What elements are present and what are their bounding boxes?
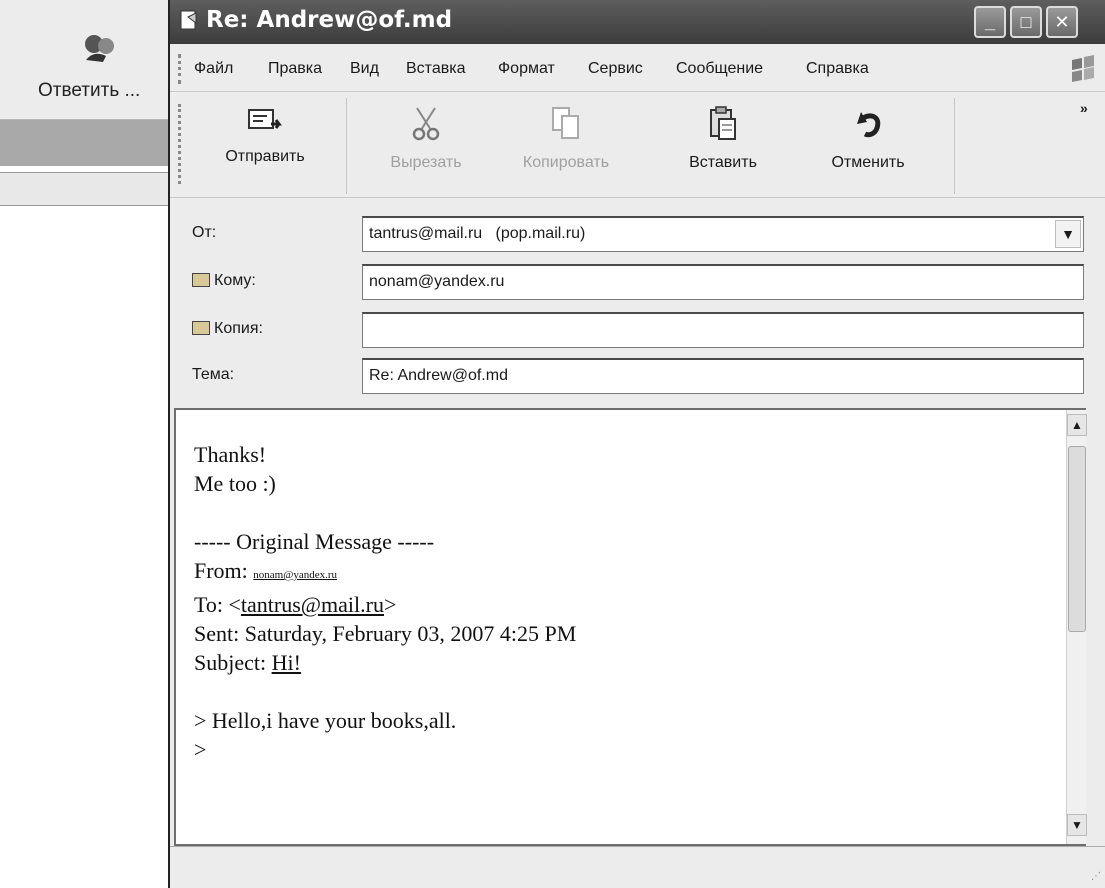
cc-label: Копия: bbox=[214, 320, 263, 337]
scroll-thumb[interactable] bbox=[1068, 446, 1086, 632]
copy-button[interactable]: Копировать bbox=[496, 98, 636, 194]
minimize-button[interactable]: _ bbox=[974, 6, 1006, 38]
body-line: Thanks! bbox=[194, 442, 267, 467]
scroll-down-icon[interactable]: ▼ bbox=[1067, 814, 1087, 836]
sent-line: Sent: Saturday, February 03, 2007 4:25 P… bbox=[194, 621, 577, 646]
to-label: Кому: bbox=[214, 272, 256, 289]
send-icon bbox=[248, 109, 282, 129]
scroll-up-icon[interactable]: ▲ bbox=[1067, 414, 1087, 436]
status-bar: ⋰ bbox=[170, 846, 1105, 888]
subject-label: Тема: bbox=[192, 366, 235, 383]
window-title: Re: Andrew@of.md bbox=[206, 7, 453, 33]
windows-logo-icon bbox=[1072, 55, 1094, 82]
title-bar[interactable]: Re: Andrew@of.md _ □ ✕ bbox=[170, 0, 1105, 44]
parent-list-row bbox=[0, 172, 170, 206]
menu-insert[interactable]: Вставка bbox=[406, 60, 465, 78]
parent-toolbar: Ответить ... bbox=[0, 0, 170, 120]
cut-label: Вырезать bbox=[390, 154, 462, 171]
from-label: От: bbox=[192, 224, 217, 241]
undo-button[interactable]: Отменить bbox=[808, 98, 928, 194]
from-value: tantrus@mail.ru (pop.mail.ru) bbox=[369, 225, 586, 242]
paste-label: Вставить bbox=[689, 154, 757, 171]
cc-field[interactable] bbox=[362, 312, 1084, 348]
menu-grip[interactable] bbox=[178, 54, 181, 84]
address-book-icon bbox=[192, 273, 210, 287]
copy-label: Копировать bbox=[522, 154, 610, 171]
menu-view[interactable]: Вид bbox=[350, 60, 379, 78]
message-text: Thanks! Me too :) ----- Original Message… bbox=[194, 440, 576, 764]
toolbar-grip[interactable] bbox=[178, 104, 181, 184]
from-link[interactable]: nonam@yandex.ru bbox=[253, 569, 337, 581]
menu-edit[interactable]: Правка bbox=[268, 60, 322, 78]
toolbar-overflow-icon[interactable]: » bbox=[1080, 100, 1088, 116]
scissors-icon bbox=[412, 107, 440, 141]
undo-icon bbox=[857, 112, 881, 138]
toolbar-separator-end bbox=[954, 98, 955, 194]
quote-line: > bbox=[194, 737, 207, 762]
subject-link[interactable]: Hi! bbox=[272, 650, 301, 675]
cut-button[interactable]: Вырезать bbox=[366, 98, 486, 194]
compose-window-icon bbox=[180, 10, 197, 30]
reply-button[interactable]: Ответить ... bbox=[38, 26, 170, 112]
to-value: nonam@yandex.ru bbox=[369, 273, 505, 290]
vertical-scrollbar[interactable]: ▲ ▼ bbox=[1066, 410, 1087, 844]
from-prefix: From: bbox=[194, 558, 254, 583]
menu-tools[interactable]: Сервис bbox=[588, 60, 643, 78]
parent-window: Ответить ... bbox=[0, 0, 180, 888]
cc-label-group[interactable]: Копия: bbox=[192, 320, 263, 338]
reply-label: Ответить ... bbox=[38, 80, 141, 101]
send-button[interactable]: Отправить bbox=[200, 98, 330, 194]
subject-field[interactable]: Re: Andrew@of.md bbox=[362, 358, 1084, 394]
close-button[interactable]: ✕ bbox=[1046, 6, 1078, 38]
menu-help[interactable]: Справка bbox=[806, 60, 869, 78]
undo-label: Отменить bbox=[831, 154, 905, 171]
subject-value: Re: Andrew@of.md bbox=[369, 367, 508, 384]
paste-button[interactable]: Вставить bbox=[668, 98, 778, 194]
body-line: Me too :) bbox=[194, 471, 276, 496]
menu-file[interactable]: Файл bbox=[194, 60, 233, 78]
maximize-button[interactable]: □ bbox=[1010, 6, 1042, 38]
compose-window: Re: Andrew@of.md _ □ ✕ Файл Правка Вид В… bbox=[168, 0, 1105, 888]
address-book-icon bbox=[192, 321, 210, 335]
message-body[interactable]: Thanks! Me too :) ----- Original Message… bbox=[174, 408, 1086, 846]
paste-icon bbox=[710, 106, 736, 140]
toolbar-separator bbox=[346, 98, 347, 194]
quote-line: > Hello,i have your books,all. bbox=[194, 708, 457, 733]
to-prefix: To: < bbox=[194, 592, 241, 617]
menu-bar: Файл Правка Вид Вставка Формат Сервис Со… bbox=[170, 48, 1105, 92]
to-label-group[interactable]: Кому: bbox=[192, 272, 256, 290]
to-link[interactable]: tantrus@mail.ru bbox=[241, 592, 384, 617]
to-field[interactable]: nonam@yandex.ru bbox=[362, 264, 1084, 300]
menu-format[interactable]: Формат bbox=[498, 60, 555, 78]
chevron-down-icon[interactable]: ▼ bbox=[1055, 220, 1081, 248]
copy-icon bbox=[552, 107, 579, 139]
original-message-divider: ----- Original Message ----- bbox=[194, 529, 435, 554]
reply-icon bbox=[85, 35, 114, 62]
to-suffix: > bbox=[384, 592, 397, 617]
parent-header-band bbox=[0, 120, 170, 166]
send-label: Отправить bbox=[225, 148, 305, 165]
menu-message[interactable]: Сообщение bbox=[676, 60, 763, 78]
from-dropdown[interactable]: tantrus@mail.ru (pop.mail.ru) ▼ bbox=[362, 216, 1084, 252]
resize-grip-icon[interactable]: ⋰ bbox=[1091, 871, 1101, 882]
subject-prefix: Subject: bbox=[194, 650, 272, 675]
toolbar: Отправить Вырезать Копировать Вставить О… bbox=[170, 94, 1105, 198]
